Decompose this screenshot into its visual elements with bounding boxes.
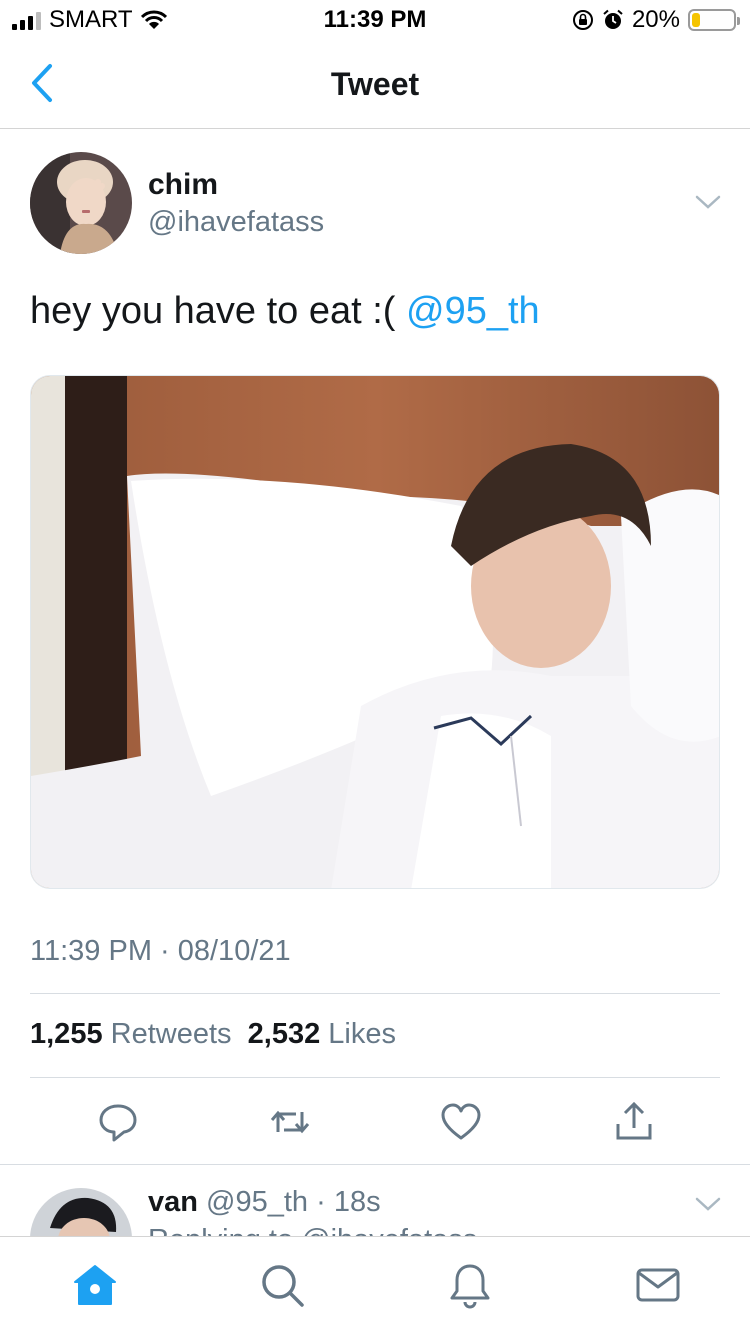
- tab-bar: [0, 1236, 750, 1334]
- tweet-stats: 1,255 Retweets 2,532 Likes: [30, 1018, 396, 1051]
- home-icon[interactable]: [71, 1261, 119, 1309]
- rotation-lock-icon: [572, 10, 593, 30]
- reply-time: · 18s: [316, 1186, 381, 1218]
- battery-percent: 20%: [631, 6, 680, 33]
- reply-name[interactable]: van: [148, 1186, 198, 1218]
- tweet-body: hey you have to eat :(: [30, 290, 407, 332]
- author-avatar[interactable]: [30, 152, 132, 254]
- likes-count: 2,532: [247, 1018, 321, 1050]
- tweet-timestamp: 11:39 PM · 08/10/21: [30, 935, 291, 967]
- chevron-down-icon[interactable]: [694, 1194, 722, 1214]
- tweet-actions: [0, 1100, 750, 1144]
- battery-icon: [688, 9, 740, 31]
- tweet-text: hey you have to eat :( @95_th: [30, 290, 540, 333]
- messages-icon[interactable]: [634, 1261, 682, 1309]
- page-title: Tweet: [330, 66, 420, 102]
- chevron-down-icon[interactable]: [694, 192, 722, 212]
- tweet-photo[interactable]: [30, 375, 720, 889]
- divider: [30, 993, 720, 994]
- divider: [0, 1164, 750, 1165]
- nav-bar: Tweet: [0, 40, 750, 129]
- reply-context: Replying to @ihavefatass: [148, 1224, 477, 1236]
- reply-handle[interactable]: @95_th: [206, 1186, 308, 1218]
- photo-image: [31, 376, 719, 888]
- like-icon[interactable]: [439, 1100, 483, 1144]
- likes-stat[interactable]: 2,532 Likes: [248, 1018, 396, 1050]
- status-bar: SMART 11:39 PM 20%: [0, 0, 750, 40]
- mention-link[interactable]: @95_th: [406, 290, 540, 332]
- alarm-icon: [603, 9, 623, 29]
- share-icon[interactable]: [612, 1100, 656, 1144]
- notifications-icon[interactable]: [446, 1261, 494, 1309]
- retweets-stat[interactable]: 1,255 Retweets: [30, 1018, 232, 1050]
- retweets-count: 1,255: [30, 1018, 103, 1050]
- likes-label: Likes: [328, 1018, 396, 1050]
- status-right: 20%: [572, 6, 740, 34]
- search-icon[interactable]: [258, 1261, 306, 1309]
- retweets-label: Retweets: [110, 1018, 232, 1050]
- author-name[interactable]: chim: [148, 168, 218, 202]
- author-handle[interactable]: @ihavefatass: [148, 206, 324, 239]
- battery-level: [692, 13, 700, 27]
- reply-icon[interactable]: [96, 1100, 140, 1144]
- divider: [30, 1077, 720, 1078]
- reply-header: van @95_th · 18s: [148, 1186, 381, 1219]
- retweet-icon[interactable]: [268, 1100, 312, 1144]
